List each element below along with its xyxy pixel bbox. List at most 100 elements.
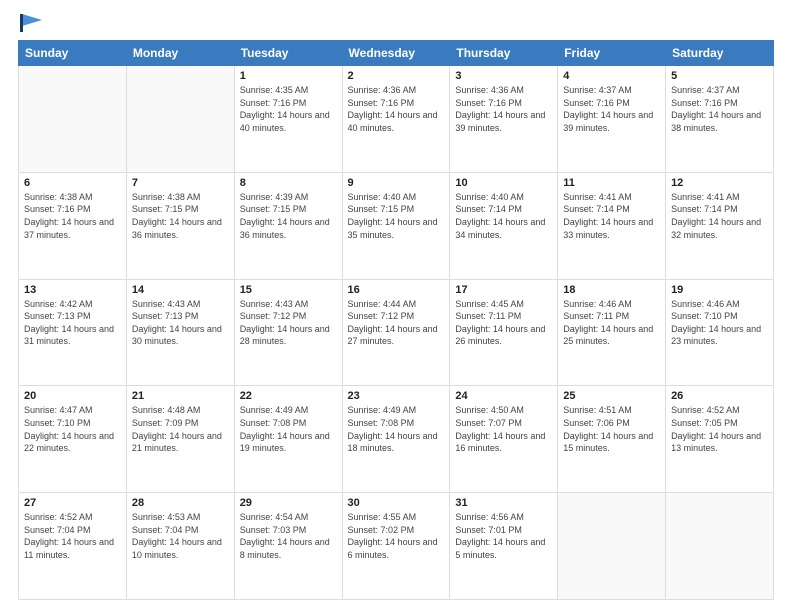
sunrise-label: Sunrise: 4:52 AM (24, 512, 93, 522)
daylight-label: Daylight: 14 hours and 18 minutes. (348, 431, 438, 454)
daylight-label: Daylight: 14 hours and 13 minutes. (671, 431, 761, 454)
table-row: 11 Sunrise: 4:41 AM Sunset: 7:14 PM Dayl… (558, 172, 666, 279)
day-info: Sunrise: 4:47 AM Sunset: 7:10 PM Dayligh… (24, 404, 121, 454)
day-number: 30 (348, 497, 445, 509)
day-number: 24 (455, 390, 552, 402)
table-row: 25 Sunrise: 4:51 AM Sunset: 7:06 PM Dayl… (558, 386, 666, 493)
day-number: 18 (563, 284, 660, 296)
sunset-label: Sunset: 7:10 PM (24, 418, 91, 428)
day-info: Sunrise: 4:39 AM Sunset: 7:15 PM Dayligh… (240, 191, 337, 241)
day-info: Sunrise: 4:40 AM Sunset: 7:14 PM Dayligh… (455, 191, 552, 241)
sunset-label: Sunset: 7:12 PM (348, 311, 415, 321)
sunset-label: Sunset: 7:15 PM (348, 204, 415, 214)
daylight-label: Daylight: 14 hours and 15 minutes. (563, 431, 653, 454)
daylight-label: Daylight: 14 hours and 25 minutes. (563, 324, 653, 347)
table-row (126, 66, 234, 173)
day-number: 12 (671, 177, 768, 189)
sunset-label: Sunset: 7:16 PM (24, 204, 91, 214)
table-row: 15 Sunrise: 4:43 AM Sunset: 7:12 PM Dayl… (234, 279, 342, 386)
table-row: 18 Sunrise: 4:46 AM Sunset: 7:11 PM Dayl… (558, 279, 666, 386)
sunset-label: Sunset: 7:03 PM (240, 525, 307, 535)
daylight-label: Daylight: 14 hours and 38 minutes. (671, 110, 761, 133)
col-wednesday: Wednesday (342, 41, 450, 66)
sunset-label: Sunset: 7:09 PM (132, 418, 199, 428)
day-info: Sunrise: 4:50 AM Sunset: 7:07 PM Dayligh… (455, 404, 552, 454)
calendar-week-row: 20 Sunrise: 4:47 AM Sunset: 7:10 PM Dayl… (19, 386, 774, 493)
daylight-label: Daylight: 14 hours and 37 minutes. (24, 217, 114, 240)
sunrise-label: Sunrise: 4:37 AM (671, 85, 740, 95)
daylight-label: Daylight: 14 hours and 10 minutes. (132, 537, 222, 560)
table-row (558, 493, 666, 600)
sunset-label: Sunset: 7:01 PM (455, 525, 522, 535)
sunrise-label: Sunrise: 4:43 AM (132, 299, 201, 309)
table-row: 6 Sunrise: 4:38 AM Sunset: 7:16 PM Dayli… (19, 172, 127, 279)
sunrise-label: Sunrise: 4:42 AM (24, 299, 93, 309)
day-info: Sunrise: 4:45 AM Sunset: 7:11 PM Dayligh… (455, 298, 552, 348)
day-number: 1 (240, 70, 337, 82)
table-row: 31 Sunrise: 4:56 AM Sunset: 7:01 PM Dayl… (450, 493, 558, 600)
daylight-label: Daylight: 14 hours and 40 minutes. (348, 110, 438, 133)
daylight-label: Daylight: 14 hours and 31 minutes. (24, 324, 114, 347)
day-info: Sunrise: 4:41 AM Sunset: 7:14 PM Dayligh… (671, 191, 768, 241)
table-row: 26 Sunrise: 4:52 AM Sunset: 7:05 PM Dayl… (666, 386, 774, 493)
day-number: 4 (563, 70, 660, 82)
sunset-label: Sunset: 7:05 PM (671, 418, 738, 428)
day-info: Sunrise: 4:36 AM Sunset: 7:16 PM Dayligh… (348, 84, 445, 134)
table-row: 23 Sunrise: 4:49 AM Sunset: 7:08 PM Dayl… (342, 386, 450, 493)
day-info: Sunrise: 4:53 AM Sunset: 7:04 PM Dayligh… (132, 511, 229, 561)
col-saturday: Saturday (666, 41, 774, 66)
daylight-label: Daylight: 14 hours and 11 minutes. (24, 537, 114, 560)
day-number: 29 (240, 497, 337, 509)
sunset-label: Sunset: 7:07 PM (455, 418, 522, 428)
day-info: Sunrise: 4:43 AM Sunset: 7:12 PM Dayligh… (240, 298, 337, 348)
col-friday: Friday (558, 41, 666, 66)
sunset-label: Sunset: 7:04 PM (132, 525, 199, 535)
table-row: 29 Sunrise: 4:54 AM Sunset: 7:03 PM Dayl… (234, 493, 342, 600)
sunset-label: Sunset: 7:08 PM (240, 418, 307, 428)
day-info: Sunrise: 4:56 AM Sunset: 7:01 PM Dayligh… (455, 511, 552, 561)
calendar-week-row: 6 Sunrise: 4:38 AM Sunset: 7:16 PM Dayli… (19, 172, 774, 279)
logo-wrapper (18, 18, 42, 32)
day-info: Sunrise: 4:46 AM Sunset: 7:10 PM Dayligh… (671, 298, 768, 348)
sunrise-label: Sunrise: 4:49 AM (348, 405, 417, 415)
daylight-label: Daylight: 14 hours and 30 minutes. (132, 324, 222, 347)
day-info: Sunrise: 4:37 AM Sunset: 7:16 PM Dayligh… (563, 84, 660, 134)
col-thursday: Thursday (450, 41, 558, 66)
sunrise-label: Sunrise: 4:40 AM (455, 192, 524, 202)
table-row: 13 Sunrise: 4:42 AM Sunset: 7:13 PM Dayl… (19, 279, 127, 386)
sunset-label: Sunset: 7:11 PM (563, 311, 629, 321)
day-number: 31 (455, 497, 552, 509)
day-info: Sunrise: 4:36 AM Sunset: 7:16 PM Dayligh… (455, 84, 552, 134)
table-row: 14 Sunrise: 4:43 AM Sunset: 7:13 PM Dayl… (126, 279, 234, 386)
daylight-label: Daylight: 14 hours and 28 minutes. (240, 324, 330, 347)
sunset-label: Sunset: 7:16 PM (563, 98, 630, 108)
table-row: 10 Sunrise: 4:40 AM Sunset: 7:14 PM Dayl… (450, 172, 558, 279)
table-row: 21 Sunrise: 4:48 AM Sunset: 7:09 PM Dayl… (126, 386, 234, 493)
table-row: 28 Sunrise: 4:53 AM Sunset: 7:04 PM Dayl… (126, 493, 234, 600)
sunset-label: Sunset: 7:06 PM (563, 418, 630, 428)
table-row: 9 Sunrise: 4:40 AM Sunset: 7:15 PM Dayli… (342, 172, 450, 279)
page: Sunday Monday Tuesday Wednesday Thursday… (0, 0, 792, 612)
sunset-label: Sunset: 7:14 PM (563, 204, 630, 214)
sunrise-label: Sunrise: 4:36 AM (348, 85, 417, 95)
day-number: 26 (671, 390, 768, 402)
sunrise-label: Sunrise: 4:37 AM (563, 85, 632, 95)
daylight-label: Daylight: 14 hours and 6 minutes. (348, 537, 438, 560)
logo-flag-icon (20, 14, 42, 32)
table-row: 19 Sunrise: 4:46 AM Sunset: 7:10 PM Dayl… (666, 279, 774, 386)
sunset-label: Sunset: 7:11 PM (455, 311, 521, 321)
table-row: 30 Sunrise: 4:55 AM Sunset: 7:02 PM Dayl… (342, 493, 450, 600)
daylight-label: Daylight: 14 hours and 32 minutes. (671, 217, 761, 240)
sunrise-label: Sunrise: 4:56 AM (455, 512, 524, 522)
calendar-table: Sunday Monday Tuesday Wednesday Thursday… (18, 40, 774, 600)
sunrise-label: Sunrise: 4:38 AM (132, 192, 201, 202)
day-number: 7 (132, 177, 229, 189)
day-info: Sunrise: 4:52 AM Sunset: 7:05 PM Dayligh… (671, 404, 768, 454)
daylight-label: Daylight: 14 hours and 40 minutes. (240, 110, 330, 133)
table-row: 3 Sunrise: 4:36 AM Sunset: 7:16 PM Dayli… (450, 66, 558, 173)
day-number: 5 (671, 70, 768, 82)
day-number: 25 (563, 390, 660, 402)
sunrise-label: Sunrise: 4:35 AM (240, 85, 309, 95)
table-row: 2 Sunrise: 4:36 AM Sunset: 7:16 PM Dayli… (342, 66, 450, 173)
sunrise-label: Sunrise: 4:46 AM (563, 299, 632, 309)
